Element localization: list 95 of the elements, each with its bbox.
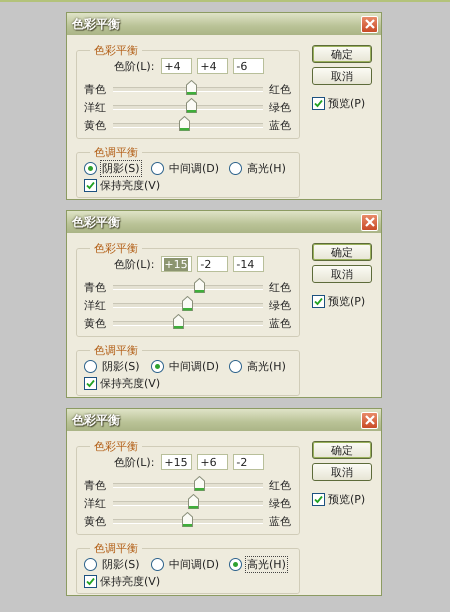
radio-button[interactable] xyxy=(84,162,97,175)
radio-label[interactable]: 高光(H) xyxy=(245,556,288,573)
window-title: 色彩平衡 xyxy=(72,214,120,230)
slider-label: 黄色 xyxy=(84,514,107,528)
radio-label[interactable]: 中间调(D) xyxy=(167,358,222,375)
slider-label: 绿色 xyxy=(268,100,291,114)
slider-label: 洋红 xyxy=(84,100,107,114)
group-title: 色调平衡 xyxy=(93,541,139,556)
slider-thumb[interactable] xyxy=(172,314,184,328)
radio-button[interactable] xyxy=(84,360,97,373)
group-title: 色调平衡 xyxy=(93,343,139,358)
slider-label: 青色 xyxy=(84,478,107,492)
slider-label: 红色 xyxy=(268,478,291,492)
slider-label: 青色 xyxy=(84,280,107,294)
check-icon xyxy=(86,378,95,388)
slider-label: 蓝色 xyxy=(268,514,291,528)
field-label: 色阶(L): xyxy=(114,454,154,470)
check-icon xyxy=(314,494,323,504)
ok-button[interactable]: 确定 xyxy=(312,45,372,63)
ok-button[interactable]: 确定 xyxy=(312,441,372,459)
slider-label: 红色 xyxy=(268,280,291,294)
slider-label: 绿色 xyxy=(268,298,291,312)
radio-label[interactable]: 高光(H) xyxy=(245,358,288,375)
slider-thumb[interactable] xyxy=(182,296,192,310)
group-title: 色彩平衡 xyxy=(93,439,139,454)
radio-button[interactable] xyxy=(229,360,242,373)
ok-button[interactable]: 确定 xyxy=(312,243,372,261)
close-icon xyxy=(364,415,374,425)
checkbox[interactable] xyxy=(312,96,325,110)
window-title: 色彩平衡 xyxy=(72,412,120,428)
group-title: 色彩平衡 xyxy=(93,241,139,256)
slider-thumb[interactable] xyxy=(194,278,206,292)
slider-thumb[interactable] xyxy=(186,80,197,94)
cancel-button[interactable]: 取消 xyxy=(312,265,372,283)
checkbox-label[interactable]: 预览(P) xyxy=(328,96,366,110)
input-field[interactable]: -2 xyxy=(197,256,228,272)
input-field[interactable]: -2 xyxy=(233,454,264,470)
radio-button[interactable] xyxy=(151,558,164,571)
slider-label: 红色 xyxy=(268,82,291,96)
slider-thumb[interactable] xyxy=(178,116,190,130)
radio-label[interactable]: 阴影(S) xyxy=(100,160,142,177)
input-field[interactable]: +4 xyxy=(197,58,228,74)
slider-label: 黄色 xyxy=(84,316,107,330)
close-icon xyxy=(364,217,374,227)
checkbox[interactable] xyxy=(312,492,325,506)
input-field[interactable]: +4 xyxy=(161,58,192,74)
radio-button[interactable] xyxy=(84,558,97,571)
input-field[interactable]: +6 xyxy=(197,454,228,470)
checkbox-label[interactable]: 预览(P) xyxy=(328,294,366,308)
checkbox-label[interactable]: 保持亮度(V) xyxy=(100,178,160,192)
checkbox[interactable] xyxy=(84,178,97,192)
slider-thumb[interactable] xyxy=(186,98,197,112)
close-button[interactable] xyxy=(361,412,378,428)
radio-label[interactable]: 阴影(S) xyxy=(100,358,142,375)
close-icon xyxy=(364,19,374,29)
slider-thumb[interactable] xyxy=(188,494,198,508)
check-icon xyxy=(86,180,95,190)
field-label: 色阶(L): xyxy=(114,58,154,74)
radio-label[interactable]: 中间调(D) xyxy=(167,160,222,177)
radio-label[interactable]: 阴影(S) xyxy=(100,556,142,573)
input-field[interactable]: -6 xyxy=(233,58,264,74)
checkbox[interactable] xyxy=(312,294,325,308)
input-field[interactable]: +15 xyxy=(161,454,192,470)
slider-thumb[interactable] xyxy=(182,512,192,526)
radio-label[interactable]: 中间调(D) xyxy=(167,556,222,573)
slider-label: 洋红 xyxy=(84,298,107,312)
slider-thumb[interactable] xyxy=(194,476,206,490)
slider-label: 蓝色 xyxy=(268,118,291,132)
slider-label: 洋红 xyxy=(84,496,107,510)
check-icon xyxy=(314,98,323,108)
group-title: 色彩平衡 xyxy=(93,43,139,58)
checkbox[interactable] xyxy=(84,376,97,390)
checkbox[interactable] xyxy=(84,574,97,588)
slider-label: 黄色 xyxy=(84,118,107,132)
field-label: 色阶(L): xyxy=(114,256,154,272)
radio-button[interactable] xyxy=(229,162,242,175)
group-title: 色调平衡 xyxy=(93,145,139,160)
cancel-button[interactable]: 取消 xyxy=(312,463,372,481)
checkbox-label[interactable]: 保持亮度(V) xyxy=(100,574,160,588)
input-field[interactable]: -14 xyxy=(233,256,264,272)
check-icon xyxy=(314,296,323,306)
checkbox-label[interactable]: 保持亮度(V) xyxy=(100,376,160,390)
radio-button[interactable] xyxy=(229,558,242,571)
checkbox-label[interactable]: 预览(P) xyxy=(328,492,366,506)
radio-button[interactable] xyxy=(151,360,164,373)
window-title: 色彩平衡 xyxy=(72,16,120,32)
close-button[interactable] xyxy=(361,214,378,230)
radio-label[interactable]: 高光(H) xyxy=(245,160,288,177)
slider-label: 蓝色 xyxy=(268,316,291,330)
close-button[interactable] xyxy=(361,16,378,32)
check-icon xyxy=(86,576,95,586)
radio-button[interactable] xyxy=(151,162,164,175)
slider-label: 青色 xyxy=(84,82,107,96)
cancel-button[interactable]: 取消 xyxy=(312,67,372,85)
slider-label: 绿色 xyxy=(268,496,291,510)
